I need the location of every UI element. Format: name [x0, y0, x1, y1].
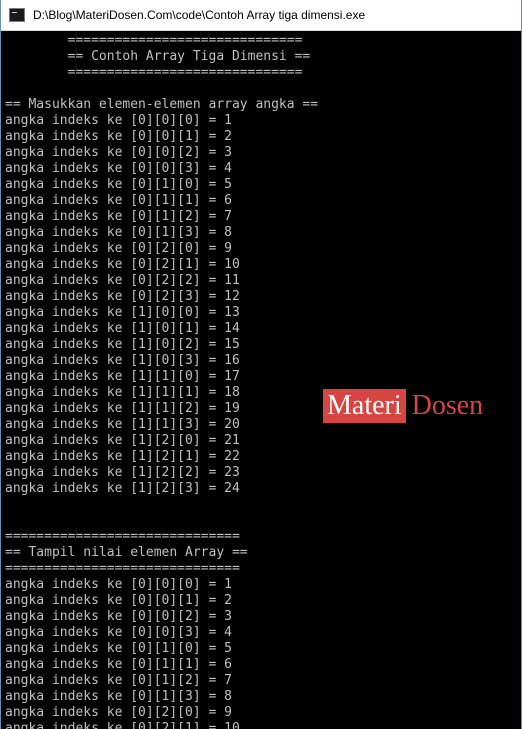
console-line: angka indeks ke [0][0][2] = 3	[5, 609, 232, 624]
console-line: angka indeks ke [0][0][1] = 2	[5, 593, 232, 608]
console-line: angka indeks ke [1][1][2] = 19	[5, 401, 240, 416]
console-lines: ============================== == Contoh…	[5, 33, 318, 729]
console-line: ==============================	[5, 65, 303, 80]
console-line: angka indeks ke [0][1][2] = 7	[5, 209, 232, 224]
console-line: ==============================	[5, 33, 303, 48]
console-line: angka indeks ke [0][2][3] = 12	[5, 289, 240, 304]
console-line: angka indeks ke [1][2][0] = 21	[5, 433, 240, 448]
console-app-icon	[9, 8, 25, 22]
console-line: angka indeks ke [1][2][2] = 23	[5, 465, 240, 480]
title-bar[interactable]: D:\Blog\MateriDosen.Com\code\Contoh Arra…	[1, 0, 521, 31]
console-line: angka indeks ke [0][0][0] = 1	[5, 577, 232, 592]
console-line: angka indeks ke [0][1][1] = 6	[5, 657, 232, 672]
console-line: angka indeks ke [0][0][1] = 2	[5, 129, 232, 144]
console-line: angka indeks ke [0][1][0] = 5	[5, 177, 232, 192]
console-line: angka indeks ke [0][0][2] = 3	[5, 145, 232, 160]
console-line: angka indeks ke [0][0][3] = 4	[5, 161, 232, 176]
console-output[interactable]: ============================== == Contoh…	[1, 31, 521, 729]
console-line: == Contoh Array Tiga Dimensi ==	[5, 49, 311, 64]
console-line: ==============================	[5, 529, 240, 544]
console-line: angka indeks ke [1][1][1] = 18	[5, 385, 240, 400]
console-line: angka indeks ke [0][0][0] = 1	[5, 113, 232, 128]
console-line: angka indeks ke [0][2][0] = 9	[5, 241, 232, 256]
console-window: D:\Blog\MateriDosen.Com\code\Contoh Arra…	[0, 0, 522, 729]
console-line: angka indeks ke [0][1][1] = 6	[5, 193, 232, 208]
console-line: == Masukkan elemen-elemen array angka ==	[5, 97, 319, 112]
console-line: ==============================	[5, 561, 240, 576]
console-line: angka indeks ke [0][2][2] = 11	[5, 273, 240, 288]
console-line: angka indeks ke [0][1][2] = 7	[5, 673, 232, 688]
console-line: angka indeks ke [1][0][1] = 14	[5, 321, 240, 336]
console-line: == Tampil nilai elemen Array ==	[5, 545, 248, 560]
console-line: angka indeks ke [1][0][3] = 16	[5, 353, 240, 368]
console-line: angka indeks ke [0][2][1] = 10	[5, 721, 240, 729]
window-title: D:\Blog\MateriDosen.Com\code\Contoh Arra…	[33, 8, 366, 22]
console-line: angka indeks ke [0][1][3] = 8	[5, 689, 232, 704]
console-line: angka indeks ke [1][0][2] = 15	[5, 337, 240, 352]
materidosen-watermark-logo: Materi Dosen	[323, 389, 483, 423]
console-line: angka indeks ke [1][1][3] = 20	[5, 417, 240, 432]
console-line: angka indeks ke [1][2][3] = 24	[5, 481, 240, 496]
watermark-part-materi: Materi	[323, 389, 406, 423]
console-line: angka indeks ke [0][1][3] = 8	[5, 225, 232, 240]
console-line: angka indeks ke [1][2][1] = 22	[5, 449, 240, 464]
console-line: angka indeks ke [0][2][1] = 10	[5, 257, 240, 272]
console-line: angka indeks ke [1][0][0] = 13	[5, 305, 240, 320]
console-line: angka indeks ke [0][0][3] = 4	[5, 625, 232, 640]
console-line: angka indeks ke [1][1][0] = 17	[5, 369, 240, 384]
console-line: angka indeks ke [0][1][0] = 5	[5, 641, 232, 656]
watermark-part-dosen: Dosen	[411, 390, 484, 421]
console-line: angka indeks ke [0][2][0] = 9	[5, 705, 232, 720]
